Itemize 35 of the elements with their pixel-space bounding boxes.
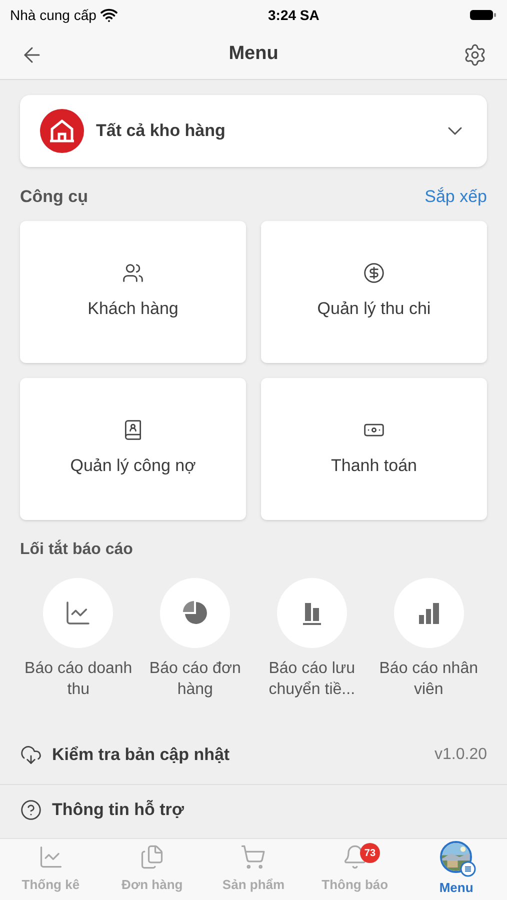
report-shortcut[interactable]: Báo cáo nhân viên <box>370 578 487 700</box>
report-shortcut[interactable]: Báo cáo doanh thu <box>20 578 137 700</box>
dollar-coin-icon <box>363 262 385 284</box>
cloud-download-icon <box>20 744 42 766</box>
tool-tile[interactable]: Quản lý công nợ <box>20 378 246 520</box>
line-chart-icon <box>64 599 92 627</box>
update-row[interactable]: Kiểm tra bản cập nhật v1.0.20 <box>20 740 487 770</box>
battery-icon <box>468 8 497 22</box>
wifi-icon <box>100 6 118 24</box>
help-icon <box>20 799 42 821</box>
sort-link[interactable]: Sắp xếp <box>424 184 487 210</box>
tab[interactable]: Menu <box>406 839 507 900</box>
tool-tile[interactable]: Quản lý thu chi <box>261 221 487 363</box>
tool-tile[interactable]: Khách hàng <box>20 221 246 363</box>
page-title: Menu <box>228 42 278 66</box>
status-time: 3:24 SA <box>268 6 320 24</box>
carrier-label: Nhà cung cấp <box>10 6 96 25</box>
line-chart-icon <box>38 844 64 870</box>
notification-badge: 73 <box>360 843 380 863</box>
tool-tile[interactable]: Thanh toán <box>261 378 487 520</box>
section-title: Công cụ <box>20 186 88 208</box>
contact-book-icon <box>122 419 144 442</box>
tab[interactable]: Thông báo 73 <box>304 839 406 900</box>
report-shortcut[interactable]: Báo cáo lưu chuyển tiề... <box>254 578 370 700</box>
support-row[interactable]: Thông tin hỗ trợ <box>20 797 487 823</box>
cart-icon <box>240 844 266 870</box>
house-icon <box>40 109 84 153</box>
menu-icon <box>460 861 476 878</box>
report-shortcut[interactable]: Báo cáo đơn hàng <box>136 578 254 700</box>
people-icon <box>122 262 144 284</box>
pie-chart-icon <box>181 599 210 627</box>
settings-icon[interactable] <box>462 42 487 66</box>
warehouse-selector[interactable]: Tất cả kho hàng <box>20 95 487 167</box>
documents-icon <box>139 844 166 870</box>
section-title: Lối tắt báo cáo <box>20 538 134 560</box>
